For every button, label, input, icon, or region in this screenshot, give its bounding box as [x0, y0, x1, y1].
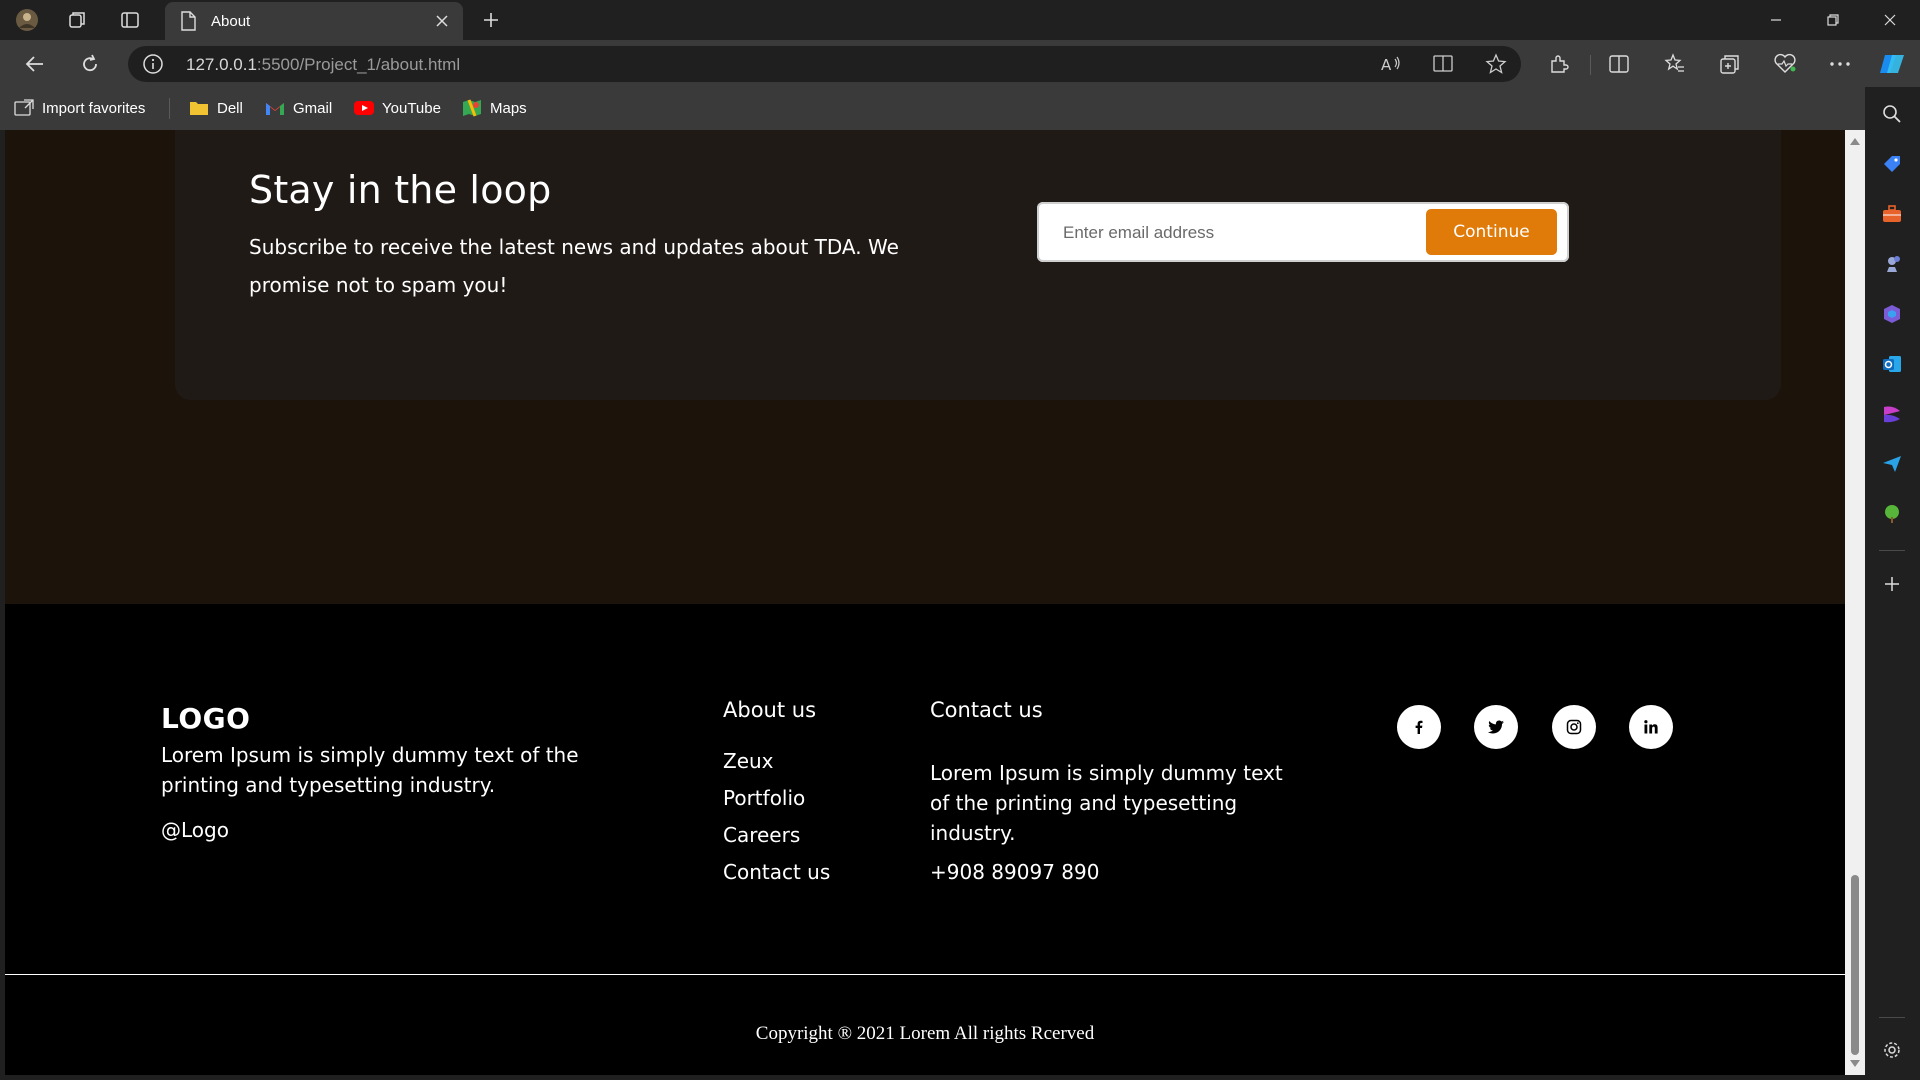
url-path: :5500/Project_1/about.html: [256, 55, 461, 74]
fav-label: Import favorites: [42, 99, 146, 117]
minimize-button[interactable]: [1748, 0, 1804, 40]
sidebar-search-icon[interactable]: [1879, 101, 1905, 127]
extensions-icon[interactable]: [1544, 50, 1574, 78]
favorite-star-icon[interactable]: [1483, 52, 1509, 76]
fav-dell[interactable]: Dell: [189, 97, 243, 119]
page-scrollbar[interactable]: [1845, 130, 1865, 1075]
url-text: 127.0.0.1:5500/Project_1/about.html: [186, 55, 460, 75]
fav-label: Dell: [217, 99, 243, 117]
workspaces-icon[interactable]: [64, 8, 90, 32]
copilot-icon[interactable]: [1877, 50, 1907, 78]
scroll-up-arrow-icon[interactable]: [1850, 138, 1860, 145]
page-icon: [179, 11, 197, 31]
edge-sidebar: [1865, 87, 1920, 1080]
close-window-button[interactable]: [1862, 0, 1918, 40]
drop-send-icon[interactable]: [1879, 451, 1905, 477]
favorites-bar: Import favorites Dell Gmail YouTube Maps: [0, 87, 1920, 130]
page-viewport: Stay in the loop Subscribe to receive th…: [5, 130, 1845, 1075]
browser-title-bar: About: [0, 0, 1920, 40]
info-icon[interactable]: [142, 53, 164, 75]
newsletter-description: Subscribe to receive the latest news and…: [249, 235, 899, 297]
footer-handle: @Logo: [161, 818, 229, 842]
tab-about[interactable]: About: [165, 2, 463, 40]
games-chess-icon[interactable]: [1879, 251, 1905, 277]
favorites-divider: [169, 98, 170, 119]
continue-button[interactable]: Continue: [1426, 209, 1557, 255]
youtube-icon: [354, 99, 374, 117]
site-footer: LOGO Lorem Ipsum is simply dummy text of…: [5, 604, 1845, 1075]
contact-phone[interactable]: +908 89097 890: [930, 860, 1099, 884]
svg-text:A: A: [1381, 56, 1392, 74]
footer-description: Lorem Ipsum is simply dummy text of the …: [161, 743, 579, 797]
email-input[interactable]: [1061, 212, 1425, 254]
browser-essentials-icon[interactable]: [1770, 50, 1800, 78]
browser-toolbar: 127.0.0.1:5500/Project_1/about.html A: [0, 40, 1920, 87]
contact-us-heading: Contact us: [930, 698, 1043, 722]
window-bottom-edge: [0, 1075, 1865, 1080]
fav-gmail[interactable]: Gmail: [265, 97, 332, 119]
back-button[interactable]: [20, 50, 50, 78]
restore-button[interactable]: [1805, 0, 1861, 40]
scroll-thumb[interactable]: [1851, 875, 1859, 1055]
sidebar-divider: [1879, 550, 1905, 551]
tree-icon[interactable]: [1879, 501, 1905, 527]
folder-icon: [189, 99, 209, 117]
collections-icon[interactable]: [1715, 50, 1745, 78]
outlook-icon[interactable]: [1879, 351, 1905, 377]
newsletter-title: Stay in the loop: [249, 168, 552, 212]
fav-label: Maps: [490, 99, 527, 117]
fav-label: YouTube: [382, 99, 441, 117]
linkedin-icon[interactable]: [1629, 705, 1673, 749]
read-aloud-icon[interactable]: A: [1378, 52, 1404, 76]
split-screen-icon[interactable]: [1604, 50, 1634, 78]
footer-link-zeux[interactable]: Zeux: [723, 749, 830, 786]
newsletter-card: Stay in the loop Subscribe to receive th…: [175, 130, 1781, 400]
about-us-heading: About us: [723, 698, 817, 722]
tools-briefcase-icon[interactable]: [1879, 201, 1905, 227]
tab-actions-icon[interactable]: [117, 8, 143, 32]
sidebar-divider: [1879, 1017, 1905, 1018]
about-links: Zeux Portfolio Careers Contact us: [723, 749, 830, 897]
footer-divider: [5, 974, 1845, 975]
new-tab-button[interactable]: [478, 8, 504, 32]
sidebar-settings-icon[interactable]: [1879, 1037, 1905, 1063]
facebook-icon[interactable]: [1397, 705, 1441, 749]
url-host: 127.0.0.1: [186, 55, 257, 74]
more-options-icon[interactable]: [1825, 50, 1855, 78]
footer-link-contact-us[interactable]: Contact us: [723, 860, 830, 897]
refresh-button[interactable]: [75, 50, 105, 78]
fav-maps[interactable]: Maps: [462, 97, 527, 119]
instagram-icon[interactable]: [1552, 705, 1596, 749]
footer-link-careers[interactable]: Careers: [723, 823, 830, 860]
fav-import-favorites[interactable]: Import favorites: [14, 97, 145, 119]
fav-label: Gmail: [293, 99, 333, 117]
footer-link-portfolio[interactable]: Portfolio: [723, 786, 830, 823]
subscribe-form: Continue: [1037, 202, 1569, 262]
gmail-icon: [265, 99, 285, 117]
designer-icon[interactable]: [1879, 401, 1905, 427]
footer-logo[interactable]: LOGO: [161, 702, 250, 735]
add-sidebar-app-icon[interactable]: [1879, 571, 1905, 597]
maps-icon: [462, 99, 482, 117]
scroll-down-arrow-icon[interactable]: [1850, 1060, 1860, 1067]
favorites-icon[interactable]: [1660, 50, 1690, 78]
contact-description: Lorem Ipsum is simply dummy text of the …: [930, 761, 1283, 845]
microsoft-365-icon[interactable]: [1879, 301, 1905, 327]
profile-avatar[interactable]: [14, 8, 40, 32]
close-tab-icon[interactable]: [427, 6, 457, 36]
immersive-reader-icon[interactable]: [1430, 52, 1456, 76]
address-bar[interactable]: 127.0.0.1:5500/Project_1/about.html A: [128, 46, 1521, 82]
fav-youtube[interactable]: YouTube: [354, 97, 441, 119]
tab-title: About: [211, 12, 251, 30]
copyright-text: Copyright ® 2021 Lorem All rights Rcerve…: [755, 1023, 1095, 1044]
import-icon: [14, 99, 34, 117]
shopping-tag-icon[interactable]: [1879, 151, 1905, 177]
twitter-icon[interactable]: [1474, 705, 1518, 749]
newsletter-section: Stay in the loop Subscribe to receive th…: [5, 130, 1845, 604]
toolbar-divider: [1590, 55, 1591, 75]
